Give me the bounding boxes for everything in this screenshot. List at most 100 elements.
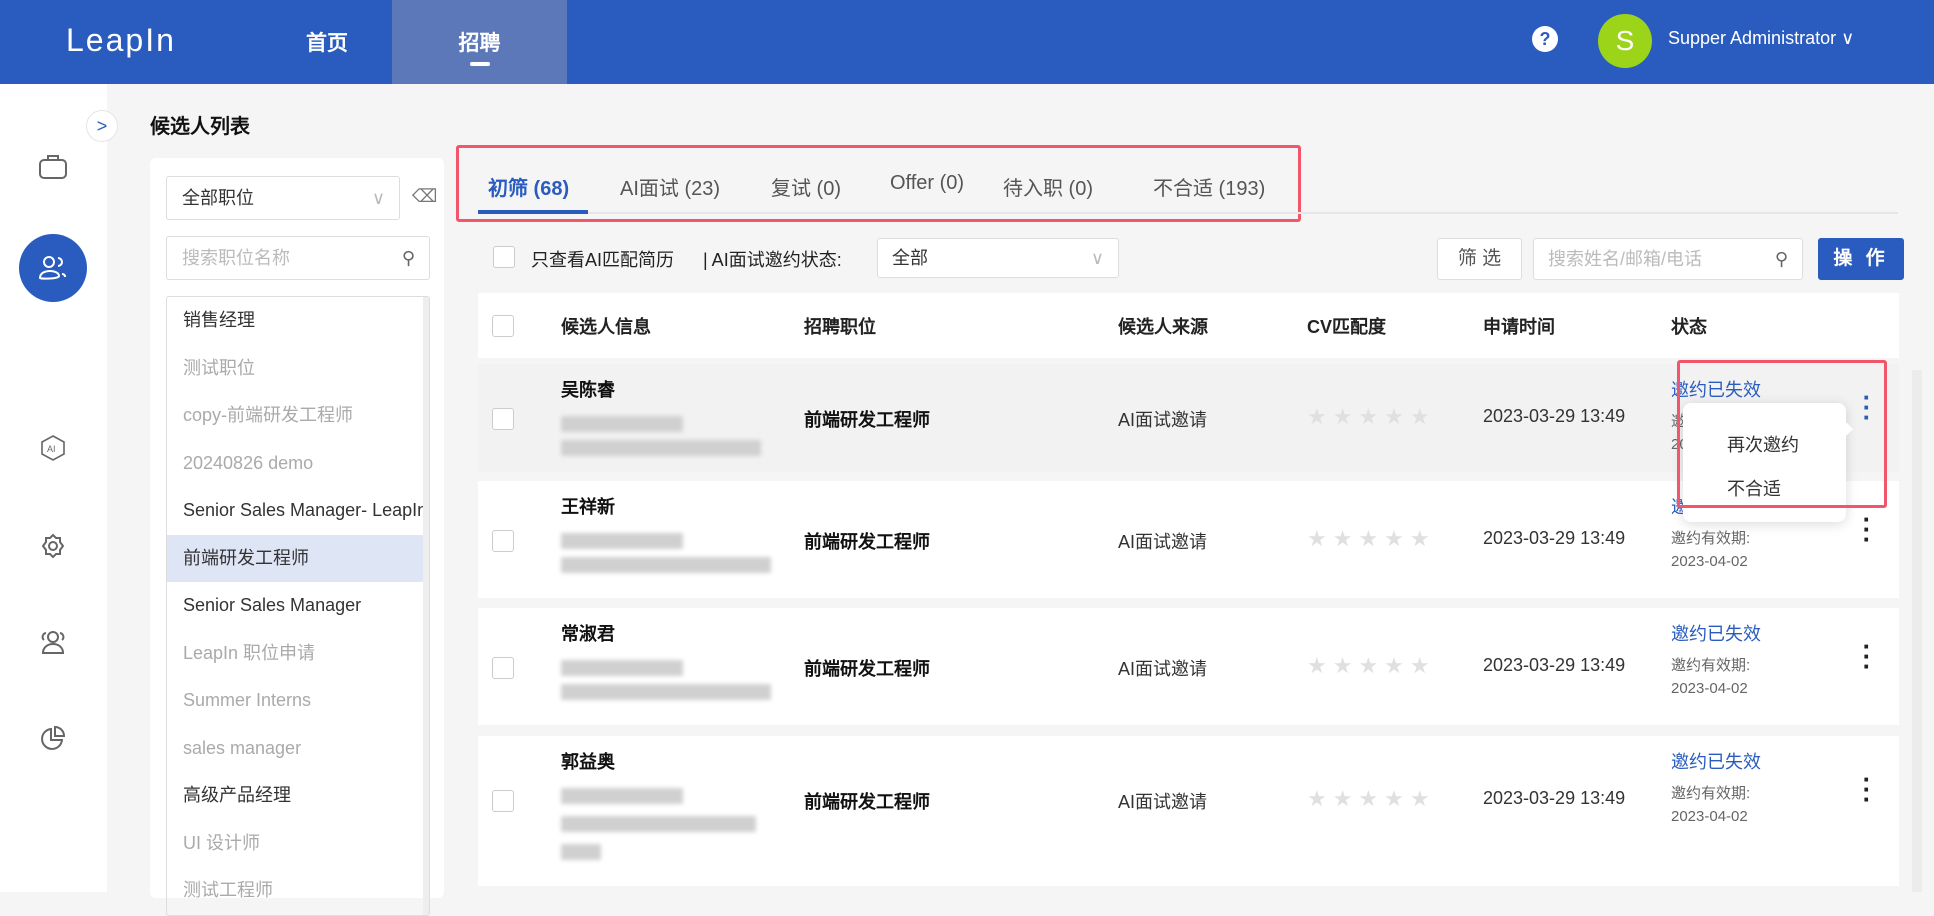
select-all-checkbox[interactable] [492, 315, 514, 337]
tab-rejected[interactable]: 不合适 (193) [1153, 172, 1265, 201]
menu-highlight-box [1677, 360, 1887, 508]
candidate-name[interactable]: 吴陈睿 [561, 376, 615, 402]
job-category-value: 全部职位 [182, 188, 254, 208]
filter-button[interactable]: 筛 选 [1437, 238, 1522, 280]
candidate-job: 前端研发工程师 [804, 531, 930, 552]
candidate-name[interactable]: 常淑君 [561, 620, 615, 646]
invite-status-select[interactable]: 全部 ∨ [877, 238, 1119, 278]
job-list-item[interactable]: UI 设计师 [167, 820, 425, 868]
top-bar: LeapIn 首页 招聘 ? S Supper Administrator ∨ [0, 0, 1934, 84]
page-title: 候选人列表 [150, 116, 250, 138]
chevron-down-icon: ∨ [371, 188, 385, 208]
redacted-contact [561, 660, 683, 676]
job-list-item[interactable]: sales manager [167, 725, 425, 773]
job-list-item[interactable]: 测试职位 [167, 345, 425, 393]
team-icon[interactable] [33, 622, 73, 662]
job-list-item[interactable]: 前端研发工程师 [167, 534, 425, 582]
tab-screening[interactable]: 初筛 (68) [488, 172, 569, 201]
cv-match-stars: ★★★★★ [1307, 404, 1436, 429]
apply-time: 2023-03-29 13:49 [1483, 406, 1626, 426]
invite-status[interactable]: 邀约已失效 [1671, 620, 1761, 646]
row-checkbox[interactable] [492, 529, 514, 552]
candidate-source: AI面试邀请 [1118, 658, 1208, 679]
help-icon[interactable]: ? [1532, 26, 1558, 52]
col-apply-time: 申请时间 [1483, 317, 1555, 337]
nav-recruit-label: 招聘 [458, 32, 501, 55]
more-actions-icon[interactable]: · · · [1860, 633, 1874, 679]
col-job: 招聘职位 [804, 317, 876, 337]
candidate-source: AI面试邀请 [1118, 792, 1208, 812]
pie-chart-icon[interactable] [33, 718, 73, 758]
redacted-contact [561, 844, 601, 860]
redacted-contact [561, 533, 683, 549]
tab-pending-onboard[interactable]: 待入职 (0) [1003, 172, 1093, 201]
nav-home-label: 首页 [306, 32, 348, 55]
cv-match-stars: ★★★★★ [1307, 652, 1436, 678]
redacted-contact [561, 816, 756, 832]
row-checkbox[interactable] [492, 408, 514, 430]
row-checkbox[interactable] [492, 656, 514, 679]
logo: LeapIn [66, 22, 176, 58]
job-list-item[interactable]: 测试工程师 [167, 867, 425, 915]
candidate-search-input[interactable]: 搜索姓名/邮箱/电话 ⚲ [1533, 238, 1803, 280]
tab-second-interview[interactable]: 复试 (0) [771, 172, 841, 201]
apply-time: 2023-03-29 13:49 [1483, 788, 1626, 808]
job-list-item[interactable]: 高级产品经理 [167, 772, 425, 820]
col-candidate: 候选人信息 [561, 317, 651, 337]
cv-match-stars: ★★★★★ [1307, 786, 1436, 811]
job-category-select[interactable]: 全部职位 ∨ [166, 176, 400, 220]
candidates-icon[interactable] [19, 234, 87, 302]
icon-sidebar: AI [0, 84, 107, 892]
invite-status-label: | AI面试邀约状态: [703, 250, 842, 270]
svg-text:AI: AI [47, 444, 56, 454]
job-list-item[interactable]: 销售经理 [167, 297, 425, 345]
tab-offer[interactable]: Offer (0) [890, 172, 964, 195]
ai-only-checkbox[interactable] [493, 246, 515, 268]
table-row[interactable]: 常淑君 前端研发工程师 AI面试邀请 ★★★★★ 2023-03-29 13:4… [478, 608, 1899, 725]
action-button[interactable]: 操 作 [1818, 238, 1904, 280]
job-list-item[interactable]: Senior Sales Manager- LeapIn [167, 487, 425, 535]
job-list-item[interactable]: copy-前端研发工程师 [167, 392, 425, 440]
table-row[interactable]: 郭益奥 前端研发工程师 AI面试邀请 ★★★★★ 2023-03-29 13:4… [478, 736, 1899, 886]
clear-icon[interactable]: ⌫ [412, 186, 437, 207]
nav-home[interactable]: 首页 [262, 0, 392, 84]
redacted-contact [561, 440, 761, 456]
invite-status-value: 全部 [892, 248, 928, 268]
invite-status[interactable]: 邀约已失效 [1671, 748, 1761, 774]
candidate-name[interactable]: 王祥新 [561, 493, 615, 519]
job-search-placeholder: 搜索职位名称 [182, 248, 290, 268]
gear-icon[interactable] [33, 526, 73, 566]
tab-ai-interview[interactable]: AI面试 (23) [620, 172, 720, 201]
job-list-scrollbar[interactable] [423, 297, 429, 915]
avatar[interactable]: S [1598, 14, 1652, 68]
row-checkbox[interactable] [492, 790, 514, 812]
job-list-item[interactable]: 20240826 demo [167, 440, 425, 488]
table-scrollbar[interactable] [1912, 370, 1922, 892]
more-actions-icon[interactable]: · · · [1860, 506, 1874, 552]
user-menu[interactable]: Supper Administrator ∨ [1668, 28, 1854, 49]
more-actions-icon[interactable]: · · · [1860, 766, 1874, 812]
job-list-item[interactable]: Senior Sales Manager [167, 582, 425, 630]
expand-sidebar-button[interactable]: > [86, 110, 118, 142]
invite-expiry-date: 2023-04-02 [1671, 553, 1748, 570]
invite-expiry-label: 邀约有效期: [1671, 530, 1751, 547]
invite-expiry-date: 2023-04-02 [1671, 680, 1748, 697]
search-icon: ⚲ [401, 248, 415, 268]
table-header: 候选人信息 招聘职位 候选人来源 CV匹配度 申请时间 状态 [478, 293, 1899, 358]
job-list-item[interactable]: Summer Interns [167, 677, 425, 725]
redacted-contact [561, 788, 683, 804]
job-search-input[interactable]: 搜索职位名称 ⚲ [166, 236, 430, 280]
invite-expiry-label: 邀约有效期: [1671, 657, 1751, 674]
ai-icon[interactable]: AI [33, 428, 73, 468]
candidate-job: 前端研发工程师 [804, 792, 930, 812]
invite-expiry-label: 邀约有效期: [1671, 785, 1751, 802]
job-list-item[interactable]: LeapIn 职位申请 [167, 630, 425, 678]
redacted-contact [561, 557, 771, 573]
briefcase-icon[interactable] [33, 146, 73, 186]
redacted-contact [561, 416, 683, 432]
candidate-name[interactable]: 郭益奥 [561, 748, 615, 774]
job-panel: 全部职位 ∨ ⌫ 搜索职位名称 ⚲ 销售经理 测试职位 copy-前端研发工程师 2024… [150, 158, 444, 916]
tab-divider [478, 212, 1898, 214]
job-list: 销售经理 测试职位 copy-前端研发工程师 20240826 demo Senior … [166, 296, 430, 916]
nav-recruit[interactable]: 招聘 [392, 0, 567, 84]
